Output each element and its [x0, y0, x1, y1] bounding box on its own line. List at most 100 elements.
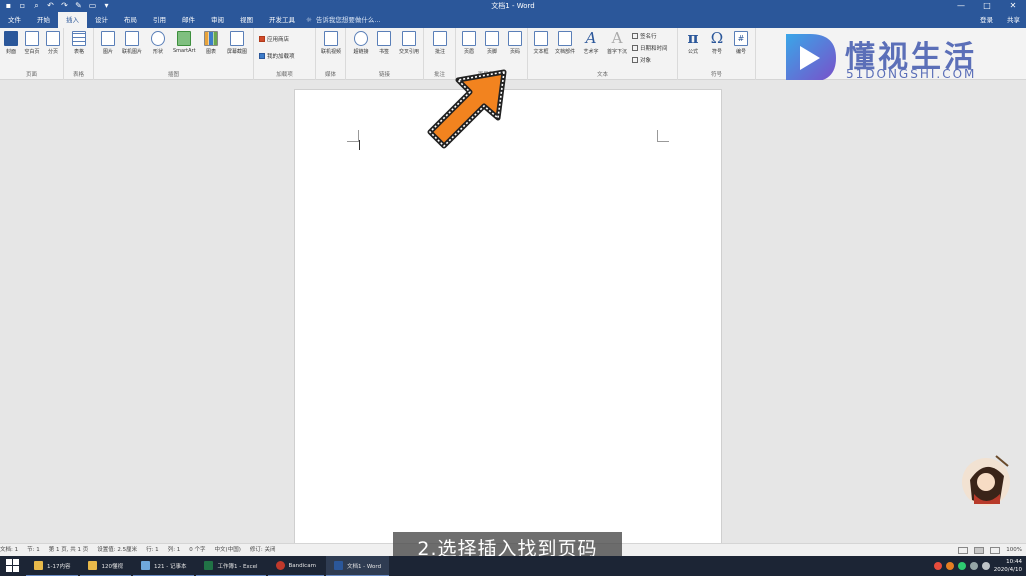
record-icon	[275, 561, 285, 570]
drop-cap-button[interactable]: A 首字下沉	[606, 29, 628, 56]
table-button[interactable]: 表格	[68, 31, 90, 55]
screenshot-button[interactable]: 屏幕截图	[226, 31, 248, 55]
drop-cap-icon: A	[611, 29, 623, 47]
tab-review[interactable]: 审阅	[203, 12, 232, 28]
group-label-media: 媒体	[324, 72, 336, 78]
online-video-icon	[324, 31, 338, 46]
taskbar-item[interactable]: 1-17内容	[26, 556, 79, 576]
close-button[interactable]: ✕	[1000, 0, 1026, 12]
store-button[interactable]: 应用商店	[259, 35, 289, 43]
omega-icon: Ω	[710, 29, 724, 47]
group-label-table: 表格	[72, 72, 84, 78]
signin-link[interactable]: 登录	[980, 12, 993, 28]
tell-me-placeholder: 告诉我您想要做什么...	[315, 16, 381, 24]
mascot-avatar-icon	[962, 455, 1010, 506]
cover-page-icon	[4, 31, 18, 46]
taskbar-item[interactable]: 文档1 - Word	[325, 556, 390, 576]
group-label-pages: 页面	[25, 72, 37, 78]
group-illustrations: 图片 联机图片 形状 SmartArt 图表 屏幕截图 插图	[94, 28, 254, 80]
site-logo: 懂视生活 51DONGSHI.COM	[780, 30, 990, 86]
taskbar-item[interactable]: Bandicam	[267, 556, 324, 576]
taskbar-item[interactable]: 工作簿1 - Excel	[196, 556, 266, 576]
chart-button[interactable]: 图表	[200, 31, 222, 55]
equation-button[interactable]: π 公式	[682, 31, 704, 56]
minimize-button[interactable]: —	[948, 0, 974, 12]
volume-icon[interactable]	[981, 562, 990, 570]
blank-page-button[interactable]: 空白页	[21, 31, 43, 55]
quick-parts-button[interactable]: 文档部件	[554, 31, 576, 55]
cross-reference-button[interactable]: 交叉引用	[398, 31, 420, 55]
hyperlink-button[interactable]: 超链接	[350, 31, 372, 55]
tray-app-icon[interactable]	[933, 562, 942, 570]
bookmark-button[interactable]: 书签	[373, 31, 395, 55]
tab-insert[interactable]: 插入	[58, 12, 87, 28]
table-icon	[72, 31, 86, 46]
start-button[interactable]	[6, 559, 20, 573]
tab-references[interactable]: 引用	[145, 12, 174, 28]
ribbon-tab-bar: 文件 开始 插入 设计 布局 引用 邮件 审阅 视图 开发工具 ☼ 告诉我您想要…	[0, 12, 1026, 28]
ribbon-tabs: 文件 开始 插入 设计 布局 引用 邮件 审阅 视图 开发工具	[0, 12, 303, 28]
network-icon[interactable]	[969, 562, 978, 570]
object-button[interactable]: 对象	[632, 56, 651, 64]
footer-icon	[485, 31, 499, 46]
text-box-icon	[534, 31, 548, 46]
group-addins: 应用商店 我的加载项 加载项	[254, 28, 316, 80]
document-page[interactable]	[294, 89, 722, 547]
tab-layout[interactable]: 布局	[116, 12, 145, 28]
store-icon	[259, 36, 265, 42]
group-pages: 封面 空白页 分页 页面	[0, 28, 64, 80]
margin-mark-top-left	[347, 130, 359, 142]
clock[interactable]: 10:44 2020/4/10	[994, 558, 1022, 574]
header-icon	[462, 31, 476, 46]
excel-icon	[204, 561, 214, 570]
tab-developer[interactable]: 开发工具	[261, 12, 303, 28]
date-time-button[interactable]: 日期和时间	[632, 44, 668, 52]
wordart-button[interactable]: A 艺术字	[580, 31, 602, 56]
window-controls: — □ ✕	[948, 0, 1026, 12]
my-addins-button[interactable]: 我的加载项	[259, 52, 295, 60]
page-number-button[interactable]: 页码	[504, 31, 526, 55]
window-title: 文档1 - Word	[491, 2, 535, 10]
footer-button[interactable]: 页脚	[481, 31, 503, 55]
user-area: 登录 共享	[980, 12, 1020, 28]
shapes-button[interactable]: 形状	[147, 31, 169, 55]
signature-line-button[interactable]: 签名行	[632, 32, 657, 40]
cover-page-button[interactable]: 封面	[0, 31, 22, 55]
object-icon	[632, 57, 638, 63]
text-box-button[interactable]: 文本框	[530, 31, 552, 55]
maximize-button[interactable]: □	[974, 0, 1000, 12]
clock-time: 10:44	[1006, 559, 1022, 565]
taskbar-item[interactable]: 121 - 记事本	[132, 556, 195, 576]
my-addins-icon	[259, 53, 265, 59]
system-tray: 10:44 2020/4/10	[933, 556, 1022, 576]
word-icon	[333, 561, 343, 570]
taskbar-item[interactable]: 120懂视	[80, 556, 131, 576]
pictures-button[interactable]: 图片	[97, 31, 119, 55]
read-mode-icon[interactable]	[958, 547, 969, 554]
tab-file[interactable]: 文件	[0, 12, 29, 28]
number-icon: #	[734, 31, 748, 46]
logo-subtext: 51DONGSHI.COM	[846, 67, 977, 81]
cross-reference-icon	[402, 31, 416, 46]
wechat-icon[interactable]	[957, 562, 966, 570]
tray-app-icon[interactable]	[945, 562, 954, 570]
page-break-button[interactable]: 分页	[42, 31, 64, 55]
online-pictures-button[interactable]: 联机图片	[121, 31, 143, 55]
group-text: 文本框 文档部件 A 艺术字 A 首字下沉 签名行 日期和时间 对象 文本	[528, 28, 678, 80]
header-button[interactable]: 页眉	[458, 31, 480, 55]
tell-me-box[interactable]: ☼ 告诉我您想要做什么...	[306, 12, 381, 28]
online-video-button[interactable]: 联机视频	[320, 31, 342, 55]
tab-home[interactable]: 开始	[29, 12, 58, 28]
group-media: 联机视频 媒体	[316, 28, 346, 80]
tab-view[interactable]: 视图	[232, 12, 261, 28]
share-button[interactable]: 共享	[1007, 12, 1020, 28]
smartart-button[interactable]: SmartArt	[173, 31, 196, 54]
web-layout-icon[interactable]	[990, 547, 1001, 554]
tab-design[interactable]: 设计	[87, 12, 116, 28]
number-button[interactable]: # 编号	[730, 31, 752, 55]
symbol-button[interactable]: Ω 符号	[706, 29, 728, 56]
comment-button[interactable]: 批注	[429, 31, 451, 55]
tab-mailings[interactable]: 邮件	[174, 12, 203, 28]
print-layout-icon[interactable]	[974, 547, 985, 554]
pointer-arrow-icon	[427, 69, 507, 149]
